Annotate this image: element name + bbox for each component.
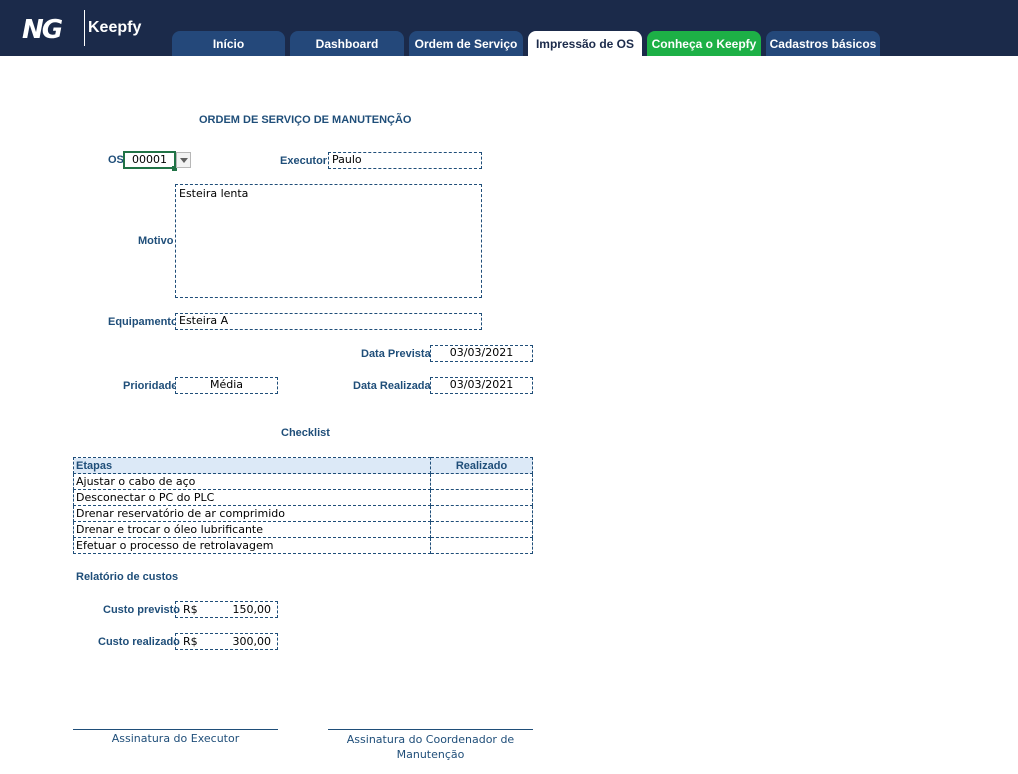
table-row: Drenar e trocar o óleo lubrificante	[73, 521, 533, 538]
realizado-header: Realizado	[430, 457, 533, 474]
realizado-cell[interactable]	[430, 537, 533, 554]
coordenador-signature-label: Assinatura do Coordenador de Manutenção	[346, 733, 515, 761]
etapa-cell[interactable]: Ajustar o cabo de aço	[73, 473, 431, 490]
custo-previsto-field[interactable]: R$ 150,00	[175, 601, 278, 618]
executor-signature-label: Assinatura do Executor	[111, 732, 240, 745]
custo-realizado-label: Custo realizado	[98, 636, 180, 648]
data-realizada-label: Data Realizada	[353, 380, 431, 392]
os-number-cell[interactable]: 00001	[123, 151, 176, 169]
realizado-cell[interactable]	[430, 473, 533, 490]
coordenador-signature-line	[328, 729, 533, 730]
realizado-cell[interactable]	[430, 505, 533, 522]
executor-label: Executor	[280, 155, 328, 167]
equipamento-label: Equipamento	[108, 316, 178, 328]
executor-field[interactable]: Paulo	[328, 152, 482, 169]
tab-ordem-de-servico[interactable]: Ordem de Serviço	[409, 31, 523, 56]
checklist-header-row: Etapas Realizado	[73, 457, 533, 474]
tab-cadastros-basicos[interactable]: Cadastros básicos	[766, 31, 880, 56]
custo-realizado-field[interactable]: R$ 300,00	[175, 633, 278, 650]
logo-divider	[84, 10, 85, 46]
tab-impressao-de-os[interactable]: Impressão de OS	[528, 31, 642, 56]
equipamento-field[interactable]: Esteira A	[175, 313, 482, 330]
table-row: Drenar reservatório de ar comprimido	[73, 505, 533, 522]
table-row: Ajustar o cabo de aço	[73, 473, 533, 490]
etapa-cell[interactable]: Efetuar o processo de retrolavagem	[73, 537, 431, 554]
currency-symbol: R$	[183, 635, 198, 648]
os-label: OS	[108, 154, 124, 166]
data-realizada-field[interactable]: 03/03/2021	[430, 377, 533, 394]
custo-realizado-value: 300,00	[232, 635, 272, 648]
realizado-cell[interactable]	[430, 489, 533, 506]
data-prevista-label: Data Prevista	[361, 348, 431, 360]
table-row: Desconectar o PC do PLC	[73, 489, 533, 506]
tab-inicio[interactable]: Início	[172, 31, 285, 56]
executor-signature-line	[73, 729, 278, 730]
relatorio-custos-title: Relatório de custos	[76, 571, 179, 583]
etapa-cell[interactable]: Drenar e trocar o óleo lubrificante	[73, 521, 431, 538]
os-dropdown-button[interactable]	[176, 152, 191, 168]
tab-conheca-o-keepfy[interactable]: Conheça o Keepfy	[647, 31, 761, 56]
prioridade-label: Prioridade	[123, 380, 178, 392]
custo-previsto-value: 150,00	[232, 603, 272, 616]
etapas-header: Etapas	[73, 457, 431, 474]
motivo-label: Motivo	[138, 235, 174, 247]
checklist-table: Etapas Realizado Ajustar o cabo de aço D…	[73, 457, 533, 554]
tab-dashboard[interactable]: Dashboard	[290, 31, 404, 56]
prioridade-field[interactable]: Média	[175, 377, 278, 394]
brand-name: Keepfy	[88, 19, 142, 36]
etapa-cell[interactable]: Drenar reservatório de ar comprimido	[73, 505, 431, 522]
custo-previsto-label: Custo previsto	[103, 604, 181, 616]
checklist-title: Checklist	[281, 427, 330, 439]
ng-logo-mark: NG	[22, 15, 63, 45]
page-title: ORDEM DE SERVIÇO DE MANUTENÇÃO	[199, 114, 412, 126]
currency-symbol: R$	[183, 603, 198, 616]
top-navigation-bar: NG Keepfy Início Dashboard Ordem de Serv…	[0, 0, 1018, 56]
table-row: Efetuar o processo de retrolavagem	[73, 537, 533, 554]
etapa-cell[interactable]: Desconectar o PC do PLC	[73, 489, 431, 506]
data-prevista-field[interactable]: 03/03/2021	[430, 345, 533, 362]
motivo-field[interactable]: Esteira lenta	[175, 184, 482, 298]
realizado-cell[interactable]	[430, 521, 533, 538]
